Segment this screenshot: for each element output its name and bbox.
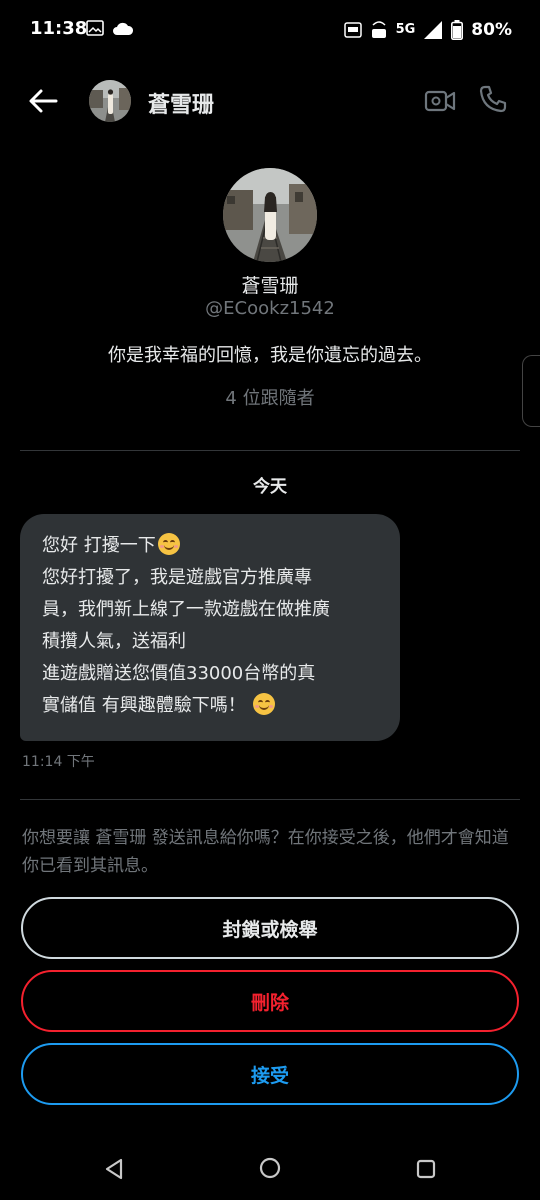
nav-home-icon[interactable] bbox=[259, 1157, 281, 1179]
status-bar: 11:38 5G 80% bbox=[0, 0, 540, 60]
profile-name[interactable]: 蒼雪珊 bbox=[0, 271, 540, 298]
delete-button[interactable]: 刪除 bbox=[21, 970, 519, 1032]
profile-divider bbox=[20, 450, 520, 451]
block-or-report-button[interactable]: 封鎖或檢舉 bbox=[21, 897, 519, 959]
message-line: 積攢人氣，送福利 bbox=[42, 631, 186, 652]
smiling-face-icon bbox=[253, 693, 276, 715]
system-nav-bar bbox=[0, 1140, 540, 1200]
profile-handle[interactable]: @ECookz1542 bbox=[0, 298, 540, 319]
video-call-icon[interactable] bbox=[424, 87, 456, 115]
date-separator: 今天 bbox=[253, 477, 287, 497]
edge-panel-handle[interactable] bbox=[522, 355, 540, 427]
back-arrow-icon[interactable] bbox=[26, 84, 60, 118]
message-request-prompt: 你想要讓 蒼雪珊 發送訊息給你嗎？在你接受之後，他們才會知道你已看到其訊息。 bbox=[22, 828, 509, 876]
message-line: 您好打擾了，我是遊戲官方推廣專 bbox=[42, 567, 312, 588]
message-bubble[interactable]: 您好 打擾一下 您好打擾了，我是遊戲官方推廣專 員，我們新上線了一款遊戲在做推廣… bbox=[20, 514, 400, 741]
profile-bio: 你是我幸福的回憶，我是你遺忘的過去。 bbox=[108, 345, 432, 366]
message-line: 員，我們新上線了一款遊戲在做推廣 bbox=[42, 599, 330, 620]
battery-icon bbox=[451, 20, 464, 40]
image-icon bbox=[86, 20, 104, 36]
volte-icon bbox=[371, 21, 386, 38]
message-line: 您好 打擾一下 bbox=[42, 530, 380, 562]
battery-percent: 80% bbox=[471, 20, 512, 40]
message-line: 進遊戲贈送您價值33000台幣的真 bbox=[42, 663, 316, 684]
message-timestamp: 11:14 下午 bbox=[22, 754, 95, 770]
signal-icon bbox=[424, 21, 443, 39]
profile-avatar[interactable] bbox=[223, 168, 317, 262]
accept-button[interactable]: 接受 bbox=[21, 1043, 519, 1105]
dm-request-screen: 11:38 5G 80% 蒼雪珊 蒼雪珊 @ECookz1542 你是我幸福的回… bbox=[0, 0, 540, 1200]
profile-followers[interactable]: 4 位跟隨者 bbox=[0, 384, 540, 410]
network-type: 5G bbox=[395, 22, 416, 37]
header-avatar[interactable] bbox=[89, 80, 131, 122]
status-time: 11:38 bbox=[30, 18, 88, 39]
smiling-face-icon bbox=[157, 533, 180, 555]
conversation-header: 蒼雪珊 bbox=[0, 70, 540, 132]
header-contact-name[interactable]: 蒼雪珊 bbox=[148, 87, 214, 119]
phone-icon[interactable] bbox=[478, 84, 508, 114]
nav-back-icon[interactable] bbox=[103, 1158, 125, 1180]
status-icons: 5G 80% bbox=[343, 18, 512, 42]
request-divider bbox=[20, 799, 520, 800]
nav-recents-icon[interactable] bbox=[416, 1159, 436, 1179]
cloud-icon bbox=[113, 22, 134, 35]
auto-icon bbox=[343, 22, 362, 38]
message-line: 實儲值 有興趣體驗下嗎！ bbox=[42, 690, 380, 722]
